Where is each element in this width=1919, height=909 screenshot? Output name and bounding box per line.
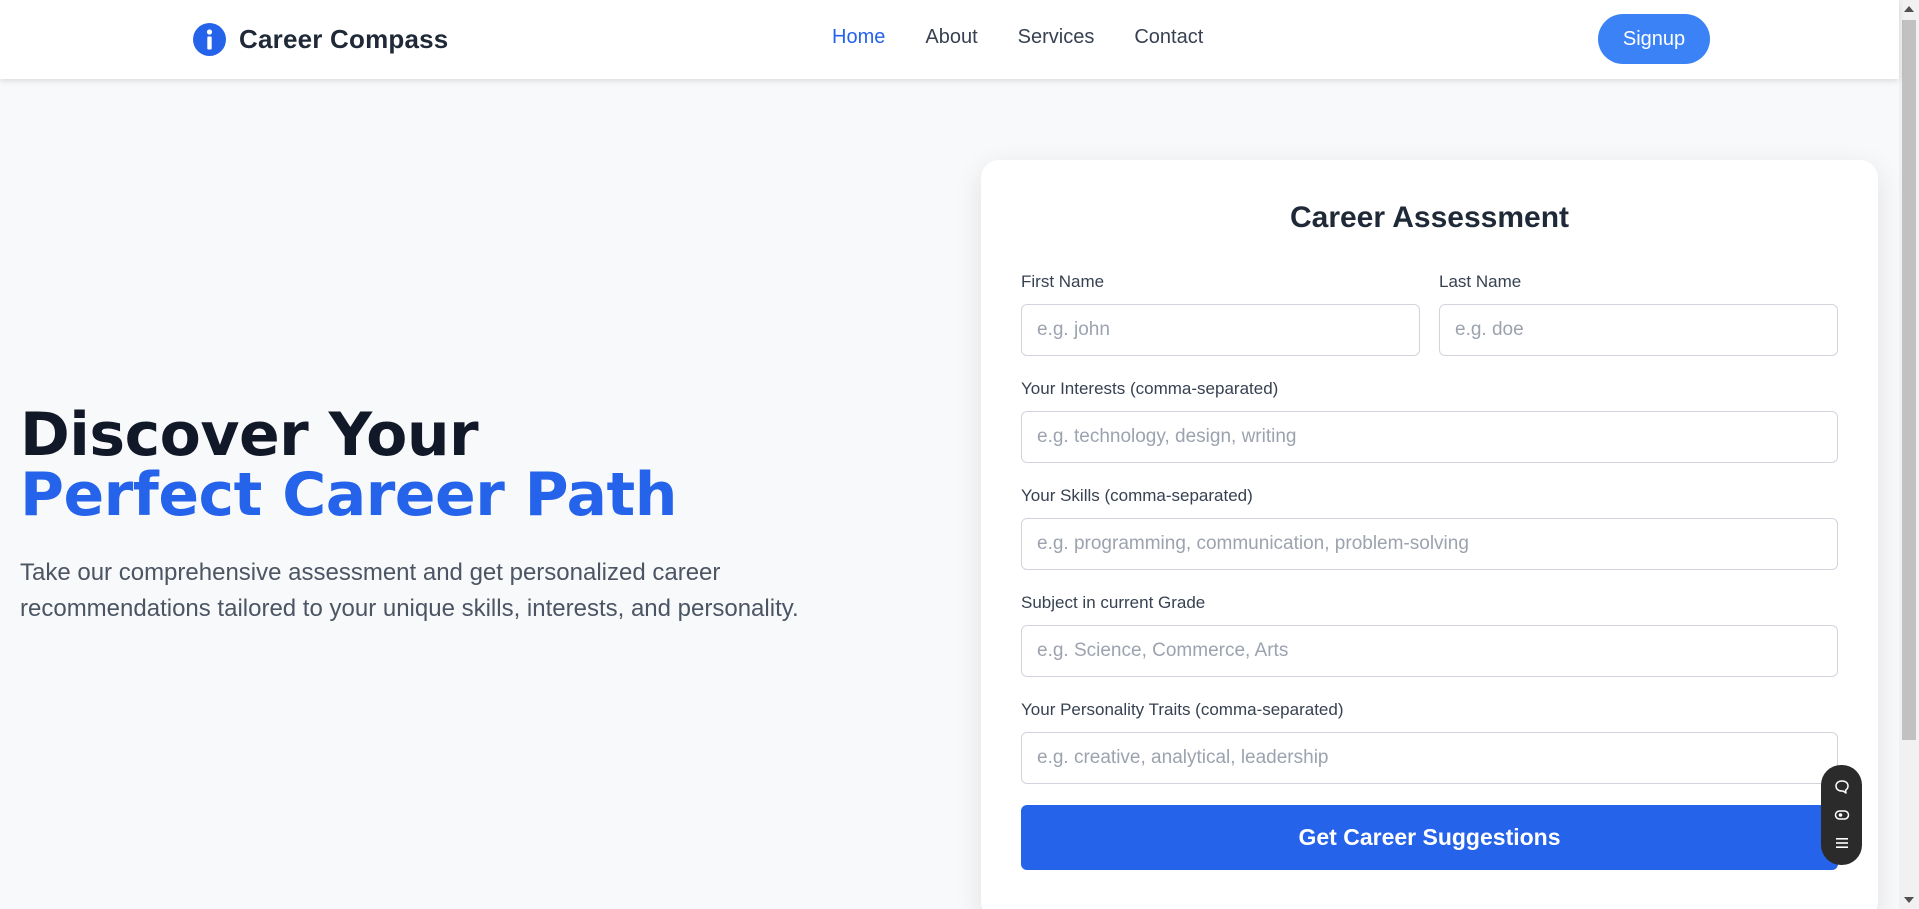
brand-name: Career Compass <box>239 23 449 54</box>
floating-toolbar <box>1821 765 1862 865</box>
scroll-thumb[interactable] <box>1902 20 1916 740</box>
nav-home[interactable]: Home <box>832 26 885 49</box>
assessment-card: Career Assessment First Name Last Name Y… <box>981 160 1878 909</box>
menu-icon[interactable] <box>1833 834 1851 852</box>
hero-title: Discover Your Perfect Career Path <box>20 405 677 525</box>
get-suggestions-button[interactable]: Get Career Suggestions <box>1021 805 1838 870</box>
first-name-label: First Name <box>1021 272 1105 291</box>
nav-about[interactable]: About <box>925 26 977 49</box>
last-name-label: Last Name <box>1439 272 1522 291</box>
skills-label: Your Skills (comma-separated) <box>1021 486 1253 505</box>
brand-logo[interactable]: Career Compass <box>193 22 448 56</box>
page-scrollbar[interactable] <box>1899 0 1919 909</box>
hero-description: Take our comprehensive assessment and ge… <box>20 559 799 622</box>
skills-input[interactable] <box>1021 518 1838 570</box>
hero-title-line1: Discover Your <box>20 400 479 470</box>
personality-input[interactable] <box>1021 732 1838 784</box>
main-nav: Home About Services Contact <box>832 26 1203 49</box>
interests-label: Your Interests (comma-separated) <box>1021 379 1279 398</box>
form-title: Career Assessment <box>1289 201 1570 234</box>
nav-contact[interactable]: Contact <box>1134 26 1203 49</box>
first-name-input[interactable] <box>1021 304 1420 356</box>
personality-label: Your Personality Traits (comma-separated… <box>1021 700 1344 719</box>
eye-icon[interactable] <box>1833 806 1851 824</box>
chat-icon[interactable] <box>1833 778 1851 796</box>
info-icon <box>193 22 226 56</box>
hero-title-line2: Perfect Career Path <box>20 460 677 530</box>
scroll-down-arrow-icon[interactable] <box>1904 897 1914 903</box>
signup-button[interactable]: Signup <box>1598 14 1710 64</box>
subject-input[interactable] <box>1021 625 1838 677</box>
nav-services[interactable]: Services <box>1018 26 1095 49</box>
scroll-up-arrow-icon[interactable] <box>1904 6 1914 12</box>
interests-input[interactable] <box>1021 411 1838 463</box>
site-header: Career Compass Home About Services Conta… <box>0 0 1899 79</box>
last-name-input[interactable] <box>1439 304 1838 356</box>
subject-label: Subject in current Grade <box>1021 593 1206 612</box>
